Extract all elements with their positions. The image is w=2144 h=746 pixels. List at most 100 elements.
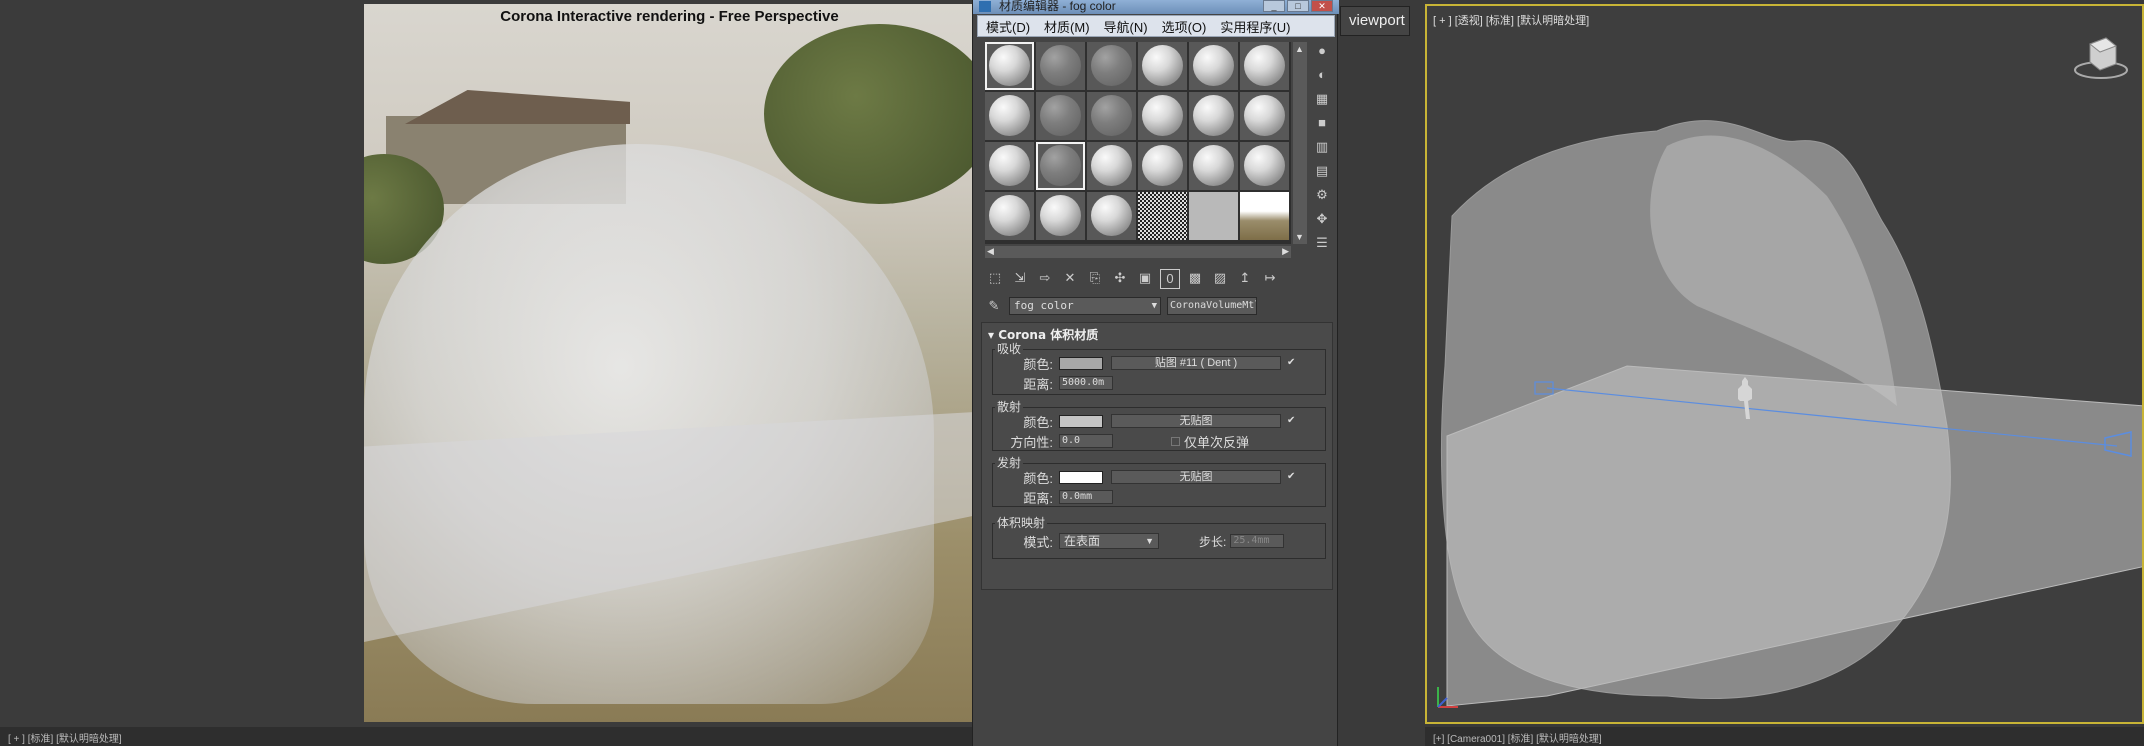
material-slot[interactable]	[1189, 142, 1238, 190]
go-forward-icon[interactable]: ↦	[1260, 269, 1280, 289]
close-button[interactable]: ✕	[1311, 0, 1333, 12]
material-slot[interactable]	[1240, 92, 1289, 140]
emission-map-button[interactable]: 无贴图	[1111, 470, 1281, 484]
assign-icon[interactable]: ⇨	[1035, 269, 1055, 289]
put-material-icon[interactable]: ⇲	[1010, 269, 1030, 289]
volume-mode-dropdown[interactable]: 在表面 ▼	[1059, 533, 1159, 549]
material-name-text: fog color	[1014, 299, 1074, 312]
material-slot[interactable]	[1189, 92, 1238, 140]
material-name-field[interactable]: fog color ▼	[1009, 297, 1161, 315]
get-material-icon[interactable]: ⬚	[985, 269, 1005, 289]
material-slot[interactable]	[985, 142, 1034, 190]
chevron-down-icon: ▼	[1145, 536, 1154, 546]
absorption-color-swatch[interactable]	[1059, 356, 1103, 370]
left-viewport-status: [ + ] [标准] [默认明暗处理]	[0, 727, 972, 746]
sphere-icon[interactable]: ●	[1313, 42, 1331, 60]
scroll-up-icon[interactable]: ▲	[1295, 44, 1304, 54]
menu-options[interactable]: 选项(O)	[1162, 17, 1207, 36]
volume-mapping-label: 体积映射	[995, 514, 1048, 531]
absorption-map-button[interactable]: 贴图 #11 ( Dent )	[1111, 356, 1281, 370]
color-bars-icon[interactable]: ▥	[1313, 138, 1331, 156]
options-icon[interactable]: ⚙	[1313, 186, 1331, 204]
material-slot[interactable]	[1138, 142, 1187, 190]
scattering-direction-spinner[interactable]: 0.0	[1059, 434, 1113, 448]
scroll-left-icon[interactable]: ◀	[987, 246, 994, 257]
volume-mode-label: 模式:	[1023, 534, 1053, 550]
scroll-down-icon[interactable]: ▼	[1295, 232, 1304, 242]
scene-geometry	[1440, 120, 2142, 707]
scattering-color-label: 颜色:	[1023, 414, 1053, 430]
material-slot[interactable]	[985, 42, 1034, 90]
material-editor-window[interactable]: 材质编辑器 - fog color _ □ ✕ 模式(D) 材质(M) 导航(N…	[972, 0, 1339, 746]
absorption-color-label: 颜色:	[1023, 356, 1053, 372]
material-id-icon[interactable]: 0	[1160, 269, 1180, 289]
step-spinner[interactable]: 25.4mm	[1230, 534, 1285, 548]
material-slot[interactable]	[1087, 192, 1136, 240]
maximize-button[interactable]: □	[1287, 0, 1309, 12]
show-end-icon[interactable]: ▨	[1210, 269, 1230, 289]
backlight-icon[interactable]: ◐	[1313, 66, 1331, 84]
menu-navigation[interactable]: 导航(N)	[1104, 17, 1148, 36]
material-name-row: ✎ fog color ▼ CoronaVolumeMtl	[985, 296, 1335, 316]
menu-mode[interactable]: 模式(D)	[986, 17, 1030, 36]
emission-distance-spinner[interactable]: 0.0mm	[1059, 490, 1113, 504]
slots-horizontal-scrollbar[interactable]: ◀ ▶	[985, 246, 1291, 258]
material-slot[interactable]	[1036, 192, 1085, 240]
put-library-icon[interactable]: ▣	[1135, 269, 1155, 289]
menu-bar: 模式(D) 材质(M) 导航(N) 选项(O) 实用程序(U)	[977, 15, 1335, 37]
emission-distance-row: 距离: 0.0mm	[993, 488, 1113, 506]
material-type-button[interactable]: CoronaVolumeMtl	[1167, 297, 1257, 315]
scattering-color-swatch[interactable]	[1059, 414, 1103, 428]
material-slot[interactable]	[1240, 42, 1289, 90]
material-slot[interactable]	[1087, 142, 1136, 190]
material-preview-sphere	[1091, 195, 1132, 236]
material-slot[interactable]	[1138, 42, 1187, 90]
select-by-material-icon[interactable]: ✥	[1313, 210, 1331, 228]
material-slot[interactable]	[1189, 192, 1238, 240]
single-bounce-checkbox[interactable]	[1171, 436, 1180, 446]
left-viewport[interactable]: Corona Interactive rendering - Free Pers…	[0, 0, 975, 727]
menu-utilities[interactable]: 实用程序(U)	[1220, 17, 1290, 36]
unique-icon[interactable]: ✣	[1110, 269, 1130, 289]
material-parameters-panel: ▾ Corona 体积材质 吸收 颜色: 贴图 #11 ( Dent ) ✔ 距…	[981, 322, 1333, 590]
right-viewport-perspective[interactable]: [ + ] [透视] [标准] [默认明暗处理]	[1425, 4, 2144, 724]
viewcube-icon[interactable]	[2072, 30, 2130, 88]
material-slot[interactable]	[1240, 192, 1289, 240]
material-slot[interactable]	[1189, 42, 1238, 90]
slots-vertical-scrollbar[interactable]: ▲ ▼	[1293, 42, 1307, 244]
material-slot[interactable]	[1138, 92, 1187, 140]
scroll-right-icon[interactable]: ▶	[1282, 246, 1289, 257]
absorption-distance-label: 距离:	[1023, 376, 1053, 392]
material-slot[interactable]	[1087, 92, 1136, 140]
material-slot[interactable]	[1036, 42, 1085, 90]
navigator-icon[interactable]: ☰	[1313, 234, 1331, 252]
material-slot[interactable]	[985, 92, 1034, 140]
material-slot[interactable]	[1138, 192, 1187, 240]
reset-icon[interactable]: ✕	[1060, 269, 1080, 289]
emission-map-checkbox[interactable]: ✔	[1287, 472, 1297, 482]
video-check-icon[interactable]: ▤	[1313, 162, 1331, 180]
scattering-map-checkbox[interactable]: ✔	[1287, 416, 1297, 426]
material-slot[interactable]	[1036, 92, 1085, 140]
checker-icon[interactable]: ▦	[1313, 90, 1331, 108]
absorption-map-checkbox[interactable]: ✔	[1287, 358, 1297, 368]
go-parent-icon[interactable]: ↥	[1235, 269, 1255, 289]
make-copy-icon[interactable]: ⎘	[1085, 269, 1105, 289]
minimize-button[interactable]: _	[1263, 0, 1285, 12]
chevron-down-icon[interactable]: ▼	[1152, 298, 1157, 314]
scattering-map-button[interactable]: 无贴图	[1111, 414, 1281, 428]
absorption-distance-spinner[interactable]: 5000.0m	[1059, 376, 1113, 390]
material-slot[interactable]	[985, 192, 1034, 240]
corona-render-frame[interactable]: Corona Interactive rendering - Free Pers…	[364, 4, 975, 722]
show-map-icon[interactable]: ▩	[1185, 269, 1205, 289]
viewport-tab[interactable]: viewport	[1340, 6, 1410, 36]
material-slot[interactable]	[1087, 42, 1136, 90]
absorption-distance-row: 距离: 5000.0m	[993, 374, 1113, 392]
material-slot[interactable]	[1240, 142, 1289, 190]
material-preview-sphere	[1193, 45, 1234, 86]
menu-material[interactable]: 材质(M)	[1044, 17, 1090, 36]
emission-color-swatch[interactable]	[1059, 470, 1103, 484]
eyedropper-icon[interactable]: ✎	[985, 297, 1003, 315]
material-slot[interactable]	[1036, 142, 1085, 190]
box-icon[interactable]: ■	[1313, 114, 1331, 132]
